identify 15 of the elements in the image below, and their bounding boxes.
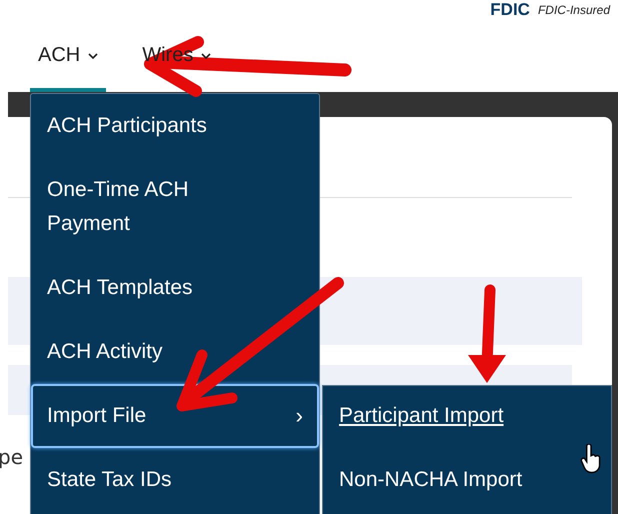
tagline: FDIC-Insured xyxy=(538,2,610,19)
caret-icon: › xyxy=(296,399,303,433)
chevron-down-icon xyxy=(201,52,212,58)
menu-item[interactable]: ACH Participants xyxy=(31,94,319,158)
menu-item[interactable]: Import File › xyxy=(31,384,319,448)
label-text: pe xyxy=(0,445,23,469)
menu-item[interactable]: ACH Templates xyxy=(31,256,319,320)
submenu-item[interactable]: Non-NACHA Import xyxy=(323,463,611,497)
menu-item[interactable]: State Tax IDs xyxy=(31,448,319,512)
menu-item[interactable]: One-Time ACH Payment xyxy=(31,158,319,256)
hand-cursor-icon xyxy=(580,444,602,474)
chevron-down-icon xyxy=(88,52,98,58)
logo: FDIC xyxy=(490,0,530,20)
menu-item[interactable]: ACH Activity xyxy=(31,320,319,384)
submenu-item[interactable]: Participant Import xyxy=(323,399,611,433)
